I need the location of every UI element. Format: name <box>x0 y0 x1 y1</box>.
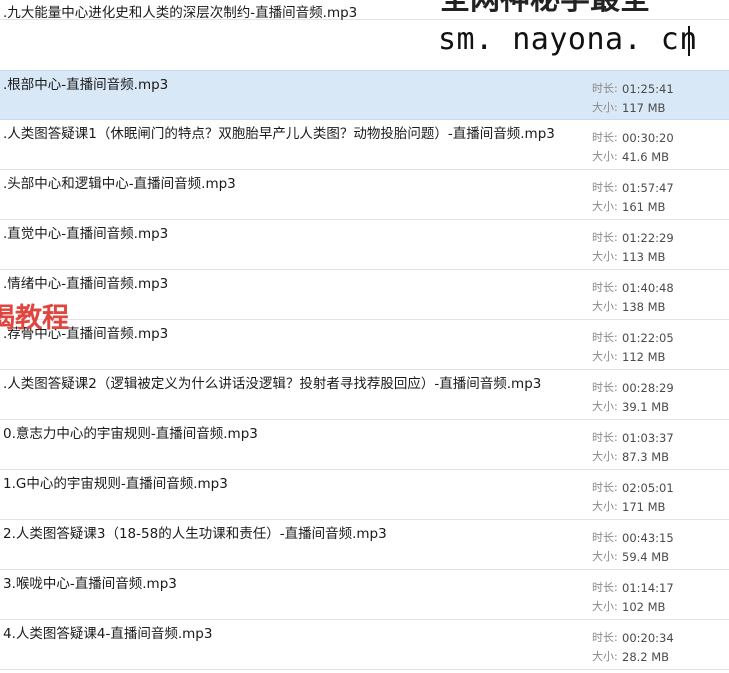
size-label: 大小: <box>592 300 618 313</box>
duration-label: 时长: <box>592 531 618 544</box>
file-list: .九大能量中心进化史和人类的深层次制约-直播间音频.mp3 .根部中心-直播间音… <box>0 0 729 673</box>
duration-value: 01:25:41 <box>622 82 674 96</box>
file-row[interactable]: 0.意志力中心的宇宙规则-直播间音频.mp3 时长: 01:03:37 大小: … <box>0 420 729 470</box>
duration-value: 01:40:48 <box>622 281 674 295</box>
size-label: 大小: <box>592 450 618 463</box>
duration-label: 时长: <box>592 131 618 144</box>
watermark-url: sm. nayona. cn <box>438 22 698 57</box>
file-name: .荐骨中心-直播间音频.mp3 <box>3 326 169 342</box>
file-row[interactable]: .荐骨中心-直播间音频.mp3 时长: 01:22:05 大小: 112 MB <box>0 320 729 370</box>
size-value: 39.1 MB <box>622 400 670 414</box>
duration-label: 时长: <box>592 331 618 344</box>
duration-value: 02:05:01 <box>622 481 674 495</box>
size-label: 大小: <box>592 600 618 613</box>
duration-value: 01:22:29 <box>622 231 674 245</box>
size-label: 大小: <box>592 200 618 213</box>
size-value: 87.3 MB <box>622 450 670 464</box>
text-caret <box>688 26 690 56</box>
file-name: 0.意志力中心的宇宙规则-直播间音频.mp3 <box>3 426 258 442</box>
size-label: 大小: <box>592 400 618 413</box>
file-row[interactable]: 3.喉咙中心-直播间音频.mp3 时长: 01:14:17 大小: 102 MB <box>0 570 729 620</box>
duration-label: 时长: <box>592 631 618 644</box>
file-row[interactable]: 4.人类图答疑课4-直播间音频.mp3 时长: 00:20:34 大小: 28.… <box>0 620 729 670</box>
file-name: 1.G中心的宇宙规则-直播间音频.mp3 <box>3 476 228 492</box>
duration-value: 01:14:17 <box>622 581 674 595</box>
file-name: 4.人类图答疑课4-直播间音频.mp3 <box>3 626 213 642</box>
file-name: .人类图答疑课1（休眠闸门的特点？双胞胎早产儿人类图？动物投胎问题）-直播间音频… <box>3 126 555 142</box>
size-label: 大小: <box>592 150 618 163</box>
size-value: 102 MB <box>622 600 666 614</box>
file-row[interactable]: .情绪中心-直播间音频.mp3 时长: 01:40:48 大小: 138 MB <box>0 270 729 320</box>
size-label: 大小: <box>592 250 618 263</box>
watermark-top-text: 全网神秘学最全 <box>440 0 650 16</box>
file-name: .直觉中心-直播间音频.mp3 <box>3 226 169 242</box>
file-name: 3.喉咙中心-直播间音频.mp3 <box>3 576 177 592</box>
duration-label: 时长: <box>592 481 618 494</box>
duration-value: 00:28:29 <box>622 381 674 395</box>
size-label: 大小: <box>592 550 618 563</box>
size-value: 113 MB <box>622 250 666 264</box>
size-value: 138 MB <box>622 300 666 314</box>
size-value: 59.4 MB <box>622 550 670 564</box>
duration-value: 01:57:47 <box>622 181 674 195</box>
duration-label: 时长: <box>592 181 618 194</box>
size-label: 大小: <box>592 500 618 513</box>
file-row[interactable]: .人类图答疑课1（休眠闸门的特点？双胞胎早产儿人类图？动物投胎问题）-直播间音频… <box>0 120 729 170</box>
file-name: 2.人类图答疑课3（18-58的人生功课和责任）-直播间音频.mp3 <box>3 526 387 542</box>
duration-label: 时长: <box>592 381 618 394</box>
duration-label: 时长: <box>592 281 618 294</box>
duration-value: 00:30:20 <box>622 131 674 145</box>
file-name: .根部中心-直播间音频.mp3 <box>3 77 169 93</box>
file-name: .情绪中心-直播间音频.mp3 <box>3 276 169 292</box>
file-name: .人类图答疑课2（逻辑被定义为什么讲话没逻辑？投射者寻找荐股回应）-直播间音频.… <box>3 376 542 392</box>
duration-label: 时长: <box>592 431 618 444</box>
duration-value: 00:43:15 <box>622 531 674 545</box>
size-value: 117 MB <box>622 101 666 115</box>
size-value: 161 MB <box>622 200 666 214</box>
size-label: 大小: <box>592 101 618 114</box>
duration-value: 01:22:05 <box>622 331 674 345</box>
file-row[interactable]: .人类图答疑课2（逻辑被定义为什么讲话没逻辑？投射者寻找荐股回应）-直播间音频.… <box>0 370 729 420</box>
duration-label: 时长: <box>592 82 618 95</box>
size-value: 112 MB <box>622 350 666 364</box>
file-name: .头部中心和逻辑中心-直播间音频.mp3 <box>3 176 236 192</box>
watermark-side-text: 揭教程 <box>0 303 69 334</box>
file-row[interactable]: .直觉中心-直播间音频.mp3 时长: 01:22:29 大小: 113 MB <box>0 220 729 270</box>
size-value: 28.2 MB <box>622 650 670 664</box>
duration-value: 00:20:34 <box>622 631 674 645</box>
size-label: 大小: <box>592 350 618 363</box>
size-value: 41.6 MB <box>622 150 670 164</box>
file-row[interactable]: 1.G中心的宇宙规则-直播间音频.mp3 时长: 02:05:01 大小: 17… <box>0 470 729 520</box>
duration-label: 时长: <box>592 581 618 594</box>
duration-value: 01:03:37 <box>622 431 674 445</box>
size-label: 大小: <box>592 650 618 663</box>
file-row-selected[interactable]: .根部中心-直播间音频.mp3 时长: 01:25:41 大小: 117 MB <box>0 70 729 120</box>
duration-label: 时长: <box>592 231 618 244</box>
file-row[interactable]: 2.人类图答疑课3（18-58的人生功课和责任）-直播间音频.mp3 时长: 0… <box>0 520 729 570</box>
file-row[interactable]: .头部中心和逻辑中心-直播间音频.mp3 时长: 01:57:47 大小: 16… <box>0 170 729 220</box>
size-value: 171 MB <box>622 500 666 514</box>
